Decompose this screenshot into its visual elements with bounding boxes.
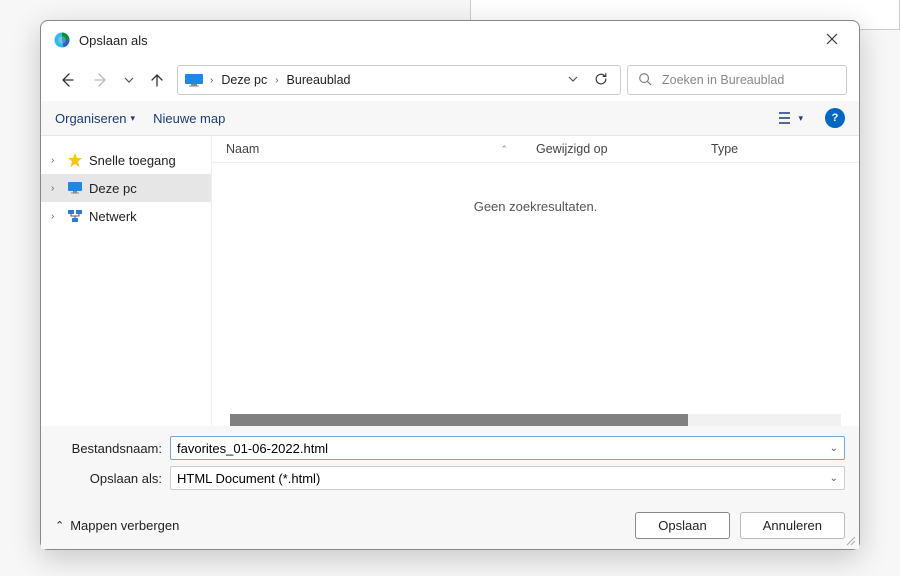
sort-indicator-icon: ⌃: [500, 144, 508, 155]
sidebar: › Snelle toegang › Deze pc › Netwerk: [41, 136, 211, 426]
new-folder-button[interactable]: Nieuwe map: [153, 111, 225, 126]
cancel-button[interactable]: Annuleren: [740, 512, 845, 539]
forward-button[interactable]: [87, 66, 115, 94]
refresh-button[interactable]: [588, 72, 614, 89]
window-title: Opslaan als: [79, 33, 817, 48]
filename-combobox[interactable]: ⌄: [170, 436, 845, 460]
save-button[interactable]: Opslaan: [635, 512, 729, 539]
expand-icon[interactable]: ›: [51, 155, 61, 166]
expand-icon[interactable]: ›: [51, 211, 61, 222]
search-box[interactable]: [627, 65, 847, 95]
save-as-dialog: Opslaan als › Deze pc › Bureaublad: [40, 20, 860, 550]
sidebar-item-quick-access[interactable]: › Snelle toegang: [41, 146, 211, 174]
filetype-value: HTML Document (*.html): [177, 471, 830, 486]
footer: ⌃ Mappen verbergen Opslaan Annuleren: [41, 502, 859, 549]
column-headers: Naam ⌃ Gewijzigd op Type: [212, 136, 859, 163]
nav-bar: › Deze pc › Bureaublad: [41, 59, 859, 101]
filename-label: Bestandsnaam:: [55, 441, 170, 456]
address-bar[interactable]: › Deze pc › Bureaublad: [177, 65, 621, 95]
main-area: › Snelle toegang › Deze pc › Netwerk: [41, 136, 859, 426]
empty-results-message: Geen zoekresultaten.: [212, 163, 859, 250]
hide-folders-toggle[interactable]: ⌃ Mappen verbergen: [55, 518, 179, 533]
chevron-up-icon: ⌃: [55, 519, 64, 532]
close-button[interactable]: [817, 32, 847, 49]
network-icon: [67, 208, 83, 224]
expand-icon[interactable]: ›: [51, 183, 61, 194]
sidebar-item-label: Snelle toegang: [89, 153, 176, 168]
column-name[interactable]: Naam ⌃: [212, 142, 522, 156]
file-list-body[interactable]: Geen zoekresultaten.: [212, 163, 859, 426]
chevron-down-icon[interactable]: ⌄: [830, 443, 838, 454]
breadcrumb-item[interactable]: Deze pc: [219, 73, 269, 87]
search-icon: [638, 72, 652, 89]
form-area: Bestandsnaam: ⌄ Opslaan als: HTML Docume…: [41, 426, 859, 502]
breadcrumb-item[interactable]: Bureaublad: [285, 73, 353, 87]
titlebar: Opslaan als: [41, 21, 859, 59]
filetype-combobox[interactable]: HTML Document (*.html) ⌄: [170, 466, 845, 490]
filetype-label: Opslaan als:: [55, 471, 170, 486]
column-modified[interactable]: Gewijzigd op: [522, 142, 697, 156]
up-button[interactable]: [143, 66, 171, 94]
search-input[interactable]: [662, 73, 836, 87]
chevron-down-icon[interactable]: ⌄: [830, 473, 838, 484]
horizontal-scrollbar[interactable]: [230, 414, 841, 426]
edge-icon: [53, 31, 71, 49]
column-type[interactable]: Type: [697, 142, 859, 156]
view-options-button[interactable]: ▾: [774, 107, 807, 129]
recent-dropdown[interactable]: [121, 75, 137, 85]
back-button[interactable]: [53, 66, 81, 94]
chevron-right-icon: ›: [208, 75, 215, 86]
sidebar-item-label: Netwerk: [89, 209, 137, 224]
address-dropdown[interactable]: [562, 74, 584, 87]
this-pc-icon: [184, 73, 204, 87]
filename-input[interactable]: [177, 441, 830, 456]
resize-grip[interactable]: [844, 534, 856, 546]
toolbar: Organiseren▾ Nieuwe map ▾ ?: [41, 101, 859, 136]
file-list: Naam ⌃ Gewijzigd op Type Geen zoekresult…: [211, 136, 859, 426]
help-button[interactable]: ?: [825, 108, 845, 128]
sidebar-item-label: Deze pc: [89, 181, 137, 196]
sidebar-item-this-pc[interactable]: › Deze pc: [41, 174, 211, 202]
sidebar-item-network[interactable]: › Netwerk: [41, 202, 211, 230]
scrollbar-thumb[interactable]: [230, 414, 688, 426]
chevron-right-icon: ›: [273, 75, 280, 86]
pc-icon: [67, 180, 83, 196]
star-icon: [67, 152, 83, 168]
organise-menu[interactable]: Organiseren▾: [55, 111, 135, 126]
